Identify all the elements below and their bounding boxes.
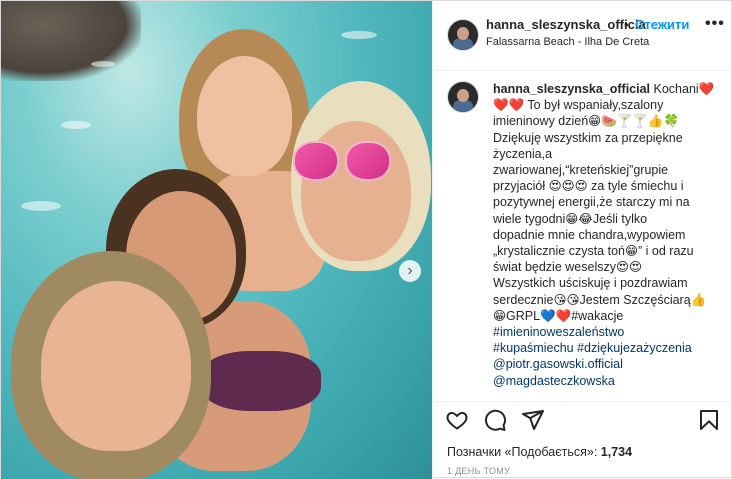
- caption-line: 😁GRPL💙❤️#wakacje: [493, 308, 624, 323]
- caption-username[interactable]: hanna_sleszynska_official: [493, 82, 650, 96]
- caption-line: Dziękuję wszystkim za przepiękne: [493, 130, 683, 145]
- likes-prefix: Позначки «Подобається»:: [447, 445, 601, 459]
- hashtag-link[interactable]: #kupaśmiechu #dziękujezażyczenia: [493, 341, 692, 355]
- instagram-post: › hanna_sleszynska_officia • Стежити Fal…: [0, 0, 732, 479]
- caption-line: Wszystkich uściskuję i pozdrawiam: [493, 276, 688, 291]
- bookmark-icon[interactable]: [697, 408, 721, 432]
- caption-line: wiele tygodni😁😂Jeśli tylko: [493, 211, 648, 226]
- post-caption: hanna_sleszynska_official Kochani❤️ ❤️❤️…: [433, 71, 732, 401]
- left-woman-face: [41, 281, 191, 451]
- more-horizontal-icon[interactable]: •••: [705, 15, 725, 33]
- caption-line: przyjaciół 😍😍😍 za tyle śmiechu i: [493, 179, 684, 194]
- purple-bikini: [201, 351, 321, 411]
- hashtag-link[interactable]: #imieninoweszaleństwo: [493, 325, 624, 339]
- caption-line: serdecznie😘😘Jestem Szczęściarą👍: [493, 292, 707, 307]
- water-sparkle: [341, 31, 377, 39]
- girl-face: [197, 56, 292, 176]
- pink-sunglasses: [293, 141, 393, 185]
- caption-line: pozytywnej energii,że starczy mi na: [493, 195, 690, 210]
- caption-line: Kochani❤️: [653, 82, 715, 96]
- separator-dot: •: [624, 17, 629, 32]
- post-sidebar: hanna_sleszynska_officia • Стежити Falas…: [432, 1, 732, 479]
- mention-link[interactable]: @piotr.gasowski.official: [493, 357, 623, 371]
- caption-avatar[interactable]: [447, 81, 479, 113]
- caption-line: świat będzie weselszy😍😍: [493, 260, 643, 275]
- mention-link[interactable]: @magdasteczkowska: [493, 374, 615, 388]
- post-header: hanna_sleszynska_officia • Стежити Falas…: [433, 1, 732, 71]
- likes-number: 1,734: [600, 445, 633, 459]
- action-bar: [433, 401, 732, 436]
- water-sparkle: [21, 201, 61, 211]
- post-location[interactable]: Falassarna Beach - Ilha De Creta: [486, 36, 649, 48]
- caption-line: dopadnie mnie chandra,wypowiem: [493, 227, 686, 242]
- comment-icon[interactable]: [483, 408, 507, 432]
- likes-count[interactable]: Позначки «Подобається»: 1,734: [447, 445, 632, 459]
- avatar[interactable]: [447, 19, 479, 51]
- caption-line: imieninowy dzień😁🍉🍸🍸👍🍀: [493, 114, 680, 129]
- heart-icon[interactable]: [445, 408, 469, 432]
- chevron-right-icon[interactable]: ›: [399, 260, 421, 282]
- caption-line: zwariowanej,“kreteńskiej”grupie: [493, 163, 669, 178]
- caption-text: hanna_sleszynska_official Kochani❤️ ❤️❤️…: [493, 81, 725, 389]
- caption-line: „krystalicznie czysta toń😁” i od razu: [493, 244, 694, 259]
- post-username[interactable]: hanna_sleszynska_officia: [486, 17, 646, 32]
- caption-line: życzenia,a: [493, 146, 553, 161]
- water-sparkle: [61, 121, 91, 129]
- share-icon[interactable]: [521, 408, 545, 432]
- caption-line: ❤️❤️ To był wspaniały,szalony: [493, 98, 664, 113]
- rocks-decoration: [1, 1, 141, 81]
- follow-button[interactable]: Стежити: [635, 17, 689, 32]
- water-sparkle: [91, 61, 115, 67]
- post-photo[interactable]: ›: [1, 1, 432, 479]
- post-timestamp[interactable]: 1 ДЕНЬ ТОМУ: [447, 466, 510, 476]
